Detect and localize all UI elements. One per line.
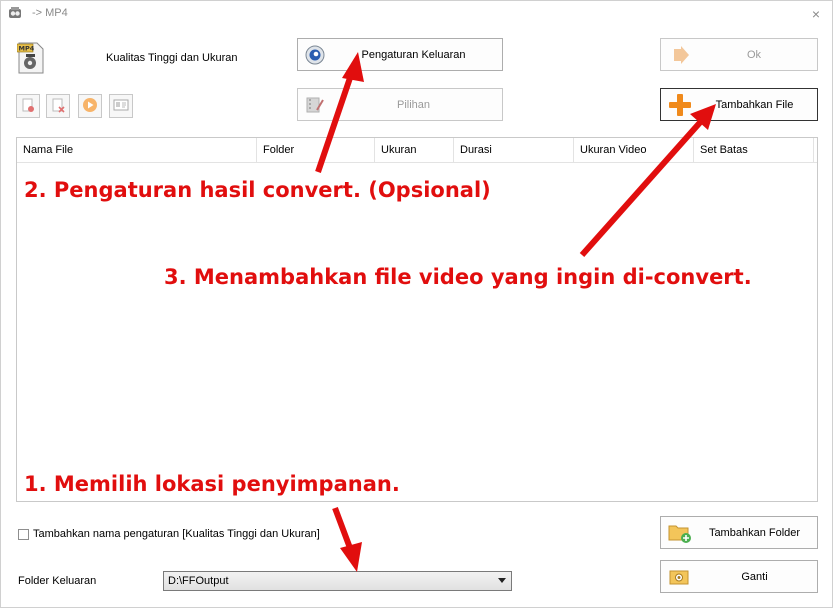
chevron-down-icon bbox=[498, 578, 506, 583]
add-folder-button[interactable]: Tambahkan Folder bbox=[660, 516, 818, 549]
ok-button[interactable]: Ok bbox=[660, 38, 818, 71]
output-settings-label: Pengaturan Keluaran bbox=[361, 48, 466, 61]
window-title: -> MP4 bbox=[32, 7, 68, 19]
media-info-icon bbox=[113, 97, 129, 116]
play-button[interactable] bbox=[78, 94, 102, 118]
column-folder[interactable]: Folder bbox=[257, 138, 375, 162]
annotation-step3: 3. Menambahkan file video yang ingin di-… bbox=[164, 265, 752, 289]
output-folder-select[interactable]: D:\FFOutput bbox=[163, 571, 512, 591]
app-icon bbox=[8, 6, 22, 20]
output-settings-button[interactable]: Pengaturan Keluaran bbox=[297, 38, 503, 71]
clear-list-icon bbox=[50, 97, 66, 116]
column-video-size[interactable]: Ukuran Video bbox=[574, 138, 694, 162]
options-button[interactable]: Pilihan bbox=[297, 88, 503, 121]
annotation-step2: 2. Pengaturan hasil convert. (Opsional) bbox=[24, 178, 491, 202]
file-list-header: Nama File Folder Ukuran Durasi Ukuran Vi… bbox=[17, 138, 817, 163]
annotation-step1: 1. Memilih lokasi penyimpanan. bbox=[24, 472, 400, 496]
arrow-right-icon bbox=[671, 45, 691, 65]
settings-gear-icon bbox=[305, 45, 325, 65]
change-label: Ganti bbox=[741, 570, 768, 583]
svg-text:MP4: MP4 bbox=[19, 45, 35, 53]
column-size[interactable]: Ukuran bbox=[375, 138, 454, 162]
append-setting-name-label: Tambahkan nama pengaturan [Kualitas Ting… bbox=[33, 528, 320, 540]
plus-icon bbox=[668, 93, 692, 117]
close-button[interactable]: × bbox=[806, 4, 826, 24]
column-set-limit[interactable]: Set Batas bbox=[694, 138, 814, 162]
add-file-label: Tambahkan File bbox=[715, 98, 794, 111]
folder-browse-icon bbox=[668, 566, 692, 588]
add-file-button[interactable]: Tambahkan File bbox=[660, 88, 818, 121]
output-folder-label: Folder Keluaran bbox=[18, 575, 97, 587]
ok-label: Ok bbox=[746, 48, 762, 61]
mp4-file-icon: MP4 bbox=[16, 42, 45, 74]
append-setting-name-checkbox[interactable] bbox=[18, 529, 29, 540]
output-folder-value: D:\FFOutput bbox=[168, 575, 229, 587]
arrow-to-output-folder bbox=[332, 506, 362, 572]
remove-item-icon bbox=[20, 97, 36, 116]
column-file-name[interactable]: Nama File bbox=[17, 138, 257, 162]
clear-list-button[interactable] bbox=[46, 94, 70, 118]
profile-label: Kualitas Tinggi dan Ukuran bbox=[106, 52, 238, 64]
options-label: Pilihan bbox=[396, 98, 431, 111]
change-button[interactable]: Ganti bbox=[660, 560, 818, 593]
column-duration[interactable]: Durasi bbox=[454, 138, 574, 162]
play-icon bbox=[82, 97, 98, 116]
add-folder-label: Tambahkan Folder bbox=[708, 526, 801, 539]
folder-add-icon bbox=[668, 522, 692, 544]
film-edit-icon bbox=[305, 95, 325, 115]
media-info-button[interactable] bbox=[109, 94, 133, 118]
title-bar: -> MP4 × bbox=[0, 0, 833, 28]
remove-item-button[interactable] bbox=[16, 94, 40, 118]
